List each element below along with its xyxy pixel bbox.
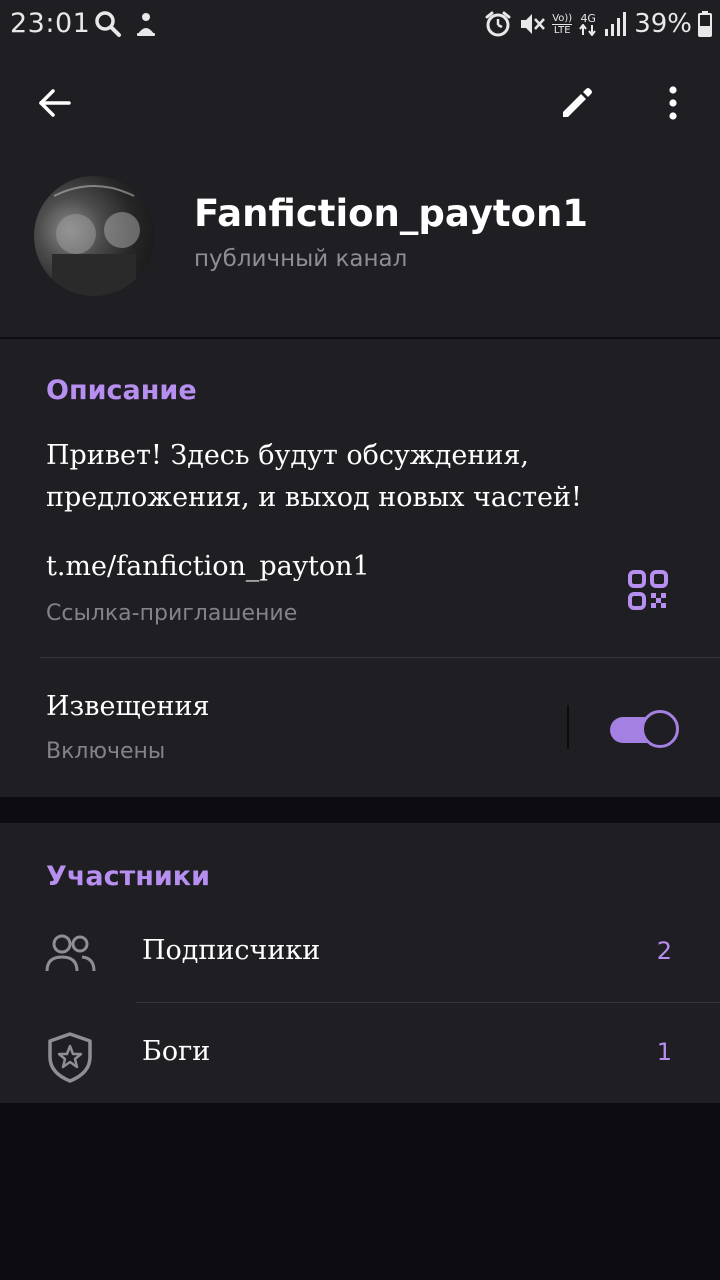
status-bar: 23:01 Vo)) LTE 4G 39% xyxy=(0,0,720,50)
notifications-label: Извещения xyxy=(46,691,210,722)
qr-code-icon[interactable] xyxy=(627,569,669,615)
admins-label: Боги xyxy=(142,1036,211,1067)
status-right-icons: Vo)) LTE 4G 39% xyxy=(484,8,712,40)
more-options-button[interactable] xyxy=(648,78,698,128)
edit-pencil-icon xyxy=(563,88,592,117)
signal-icon xyxy=(604,11,628,37)
notifications-state: Включены xyxy=(46,739,166,764)
subscribers-count: 2 xyxy=(656,937,672,965)
battery-percent: 39% xyxy=(634,9,692,39)
channel-type: публичный канал xyxy=(194,246,408,272)
battery-icon xyxy=(698,11,712,37)
channel-avatar[interactable] xyxy=(34,176,154,296)
info-section: Описание Привет! Здесь будут обсуждения,… xyxy=(0,339,720,797)
status-time: 23:01 xyxy=(10,8,91,39)
search-icon xyxy=(94,10,122,42)
invite-link[interactable]: t.me/fanfiction_payton1 xyxy=(46,551,370,582)
avatar-photo xyxy=(52,185,140,296)
alarm-icon xyxy=(484,10,512,38)
people-icon xyxy=(44,933,96,977)
invite-link-caption: Ссылка-приглашение xyxy=(46,601,298,626)
description-title: Описание xyxy=(46,375,197,406)
members-title: Участники xyxy=(46,861,211,892)
shield-star-icon xyxy=(44,1031,96,1087)
back-arrow-icon xyxy=(39,89,71,117)
volte-icon: Vo)) LTE xyxy=(552,12,573,36)
channel-name: Fanfiction_payton1 xyxy=(194,192,589,235)
divider xyxy=(136,1002,720,1003)
members-section: Участники Подписчики 2 Боги 1 xyxy=(0,823,720,1103)
vertical-separator xyxy=(567,705,569,749)
notifications-toggle[interactable] xyxy=(610,709,679,749)
notification-icon xyxy=(134,10,158,42)
subscribers-label: Подписчики xyxy=(142,935,321,966)
mute-icon xyxy=(518,10,546,38)
channel-description: Привет! Здесь будут обсуждения, предложе… xyxy=(46,440,582,513)
data-icon: 4G xyxy=(578,13,598,36)
admins-count: 1 xyxy=(656,1038,672,1066)
more-vert-icon xyxy=(669,86,677,120)
edit-button[interactable] xyxy=(552,78,602,128)
toggle-thumb xyxy=(641,710,679,748)
divider xyxy=(40,657,720,658)
channel-header: Fanfiction_payton1 публичный канал xyxy=(0,50,720,337)
back-button[interactable] xyxy=(30,78,80,128)
